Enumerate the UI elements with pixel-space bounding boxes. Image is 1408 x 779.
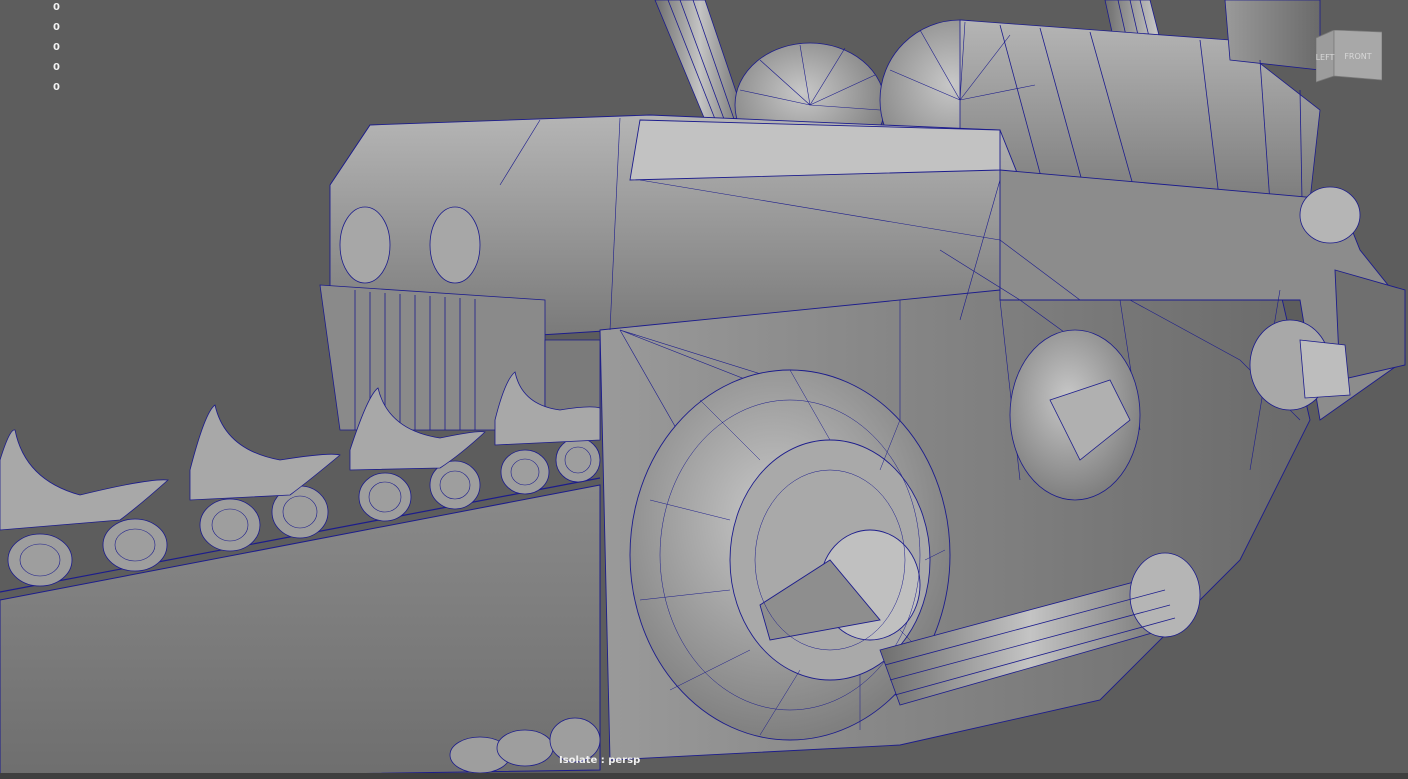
hud-stat-value: 0 xyxy=(53,82,60,93)
viewcube-front-label[interactable]: FRONT xyxy=(1344,52,1371,61)
top-pipe-left xyxy=(654,0,746,121)
viewcube-icon[interactable]: LEFT FRONT xyxy=(1316,30,1382,84)
camera-name-label: Isolate : persp xyxy=(559,755,641,766)
chainsaw-model-mesh[interactable] xyxy=(0,0,1408,779)
hud-stat-value: 0 xyxy=(53,2,60,13)
maya-viewport[interactable]: 0 0 0 0 0 LEFT FRONT Isolate : persp xyxy=(0,0,1408,779)
hud-stat-value: 0 xyxy=(53,62,60,73)
viewcube-left-label[interactable]: LEFT xyxy=(1316,53,1335,62)
hud-poly-count: 0 0 0 0 0 xyxy=(53,0,60,98)
hud-stat-value: 0 xyxy=(53,22,60,33)
viewport-bottom-border xyxy=(0,773,1408,779)
hud-stat-value: 0 xyxy=(53,42,60,53)
